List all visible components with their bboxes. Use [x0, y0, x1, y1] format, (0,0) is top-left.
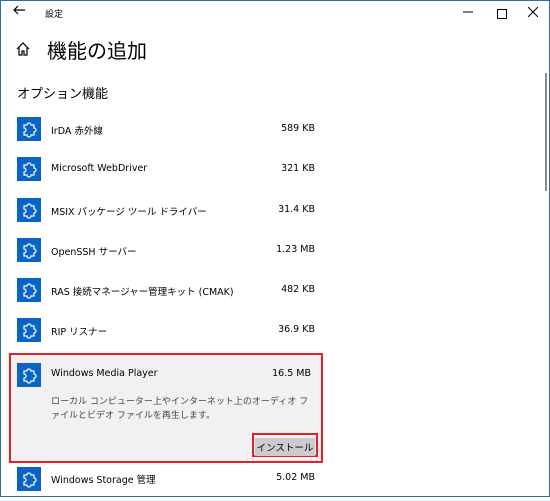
puzzle-gear-icon	[17, 117, 41, 141]
maximize-icon	[497, 8, 507, 19]
feature-size: 321 KB	[281, 163, 315, 174]
section-title: オプション機能	[17, 87, 109, 102]
list-item[interactable]: IrDA 赤外線 589 KB	[7, 111, 325, 149]
puzzle-gear-icon	[17, 363, 41, 387]
selected-feature-panel[interactable]: Windows Media Player 16.5 MB ローカル コンピュータ…	[9, 353, 323, 463]
list-item[interactable]: MSIX パッケージ ツール ドライバー 31.4 KB	[7, 192, 325, 230]
feature-name: Microsoft WebDriver	[51, 163, 148, 174]
feature-name: Windows Media Player	[51, 368, 158, 379]
install-button[interactable]: インストール	[255, 438, 315, 456]
close-button[interactable]	[516, 1, 550, 25]
feature-size: 5.02 MB	[276, 472, 315, 483]
feature-size: 31.4 KB	[278, 204, 315, 215]
maximize-button[interactable]	[485, 1, 519, 25]
feature-name: OpenSSH サーバー	[51, 247, 137, 258]
back-arrow-icon[interactable]	[9, 3, 29, 23]
window-title: 設定	[45, 10, 64, 20]
list-item[interactable]: Windows Storage 管理 5.02 MB	[7, 463, 325, 501]
puzzle-gear-icon	[17, 467, 41, 491]
page-title: 機能の追加	[47, 39, 147, 63]
list-item[interactable]: OpenSSH サーバー 1.23 MB	[7, 232, 325, 270]
feature-name: RIP リスナー	[51, 327, 108, 338]
feature-size: 482 KB	[281, 284, 315, 295]
home-icon[interactable]	[15, 41, 33, 59]
title-bar: 設定	[1, 1, 549, 27]
puzzle-gear-icon	[17, 318, 41, 342]
feature-name: Windows Storage 管理	[51, 475, 156, 486]
puzzle-gear-icon	[17, 198, 41, 222]
install-highlight: インストール	[252, 433, 318, 457]
scrollbar-thumb[interactable]	[545, 73, 547, 191]
minimize-button[interactable]	[451, 1, 485, 25]
feature-name: RAS 接続マネージャー管理キット (CMAK)	[51, 287, 234, 298]
feature-name: IrDA 赤外線	[51, 126, 103, 137]
feature-size: 589 KB	[281, 123, 315, 134]
puzzle-gear-icon	[17, 157, 41, 181]
feature-size: 36.9 KB	[278, 324, 315, 335]
list-item[interactable]: RIP リスナー 36.9 KB	[7, 312, 325, 350]
puzzle-gear-icon	[17, 278, 41, 302]
puzzle-gear-icon	[17, 238, 41, 262]
feature-size: 16.5 MB	[272, 368, 311, 379]
list-item[interactable]: Microsoft WebDriver 321 KB	[7, 151, 325, 189]
feature-description: ローカル コンピューター上やインターネット上のオーディオ ファイルとビデオ ファ…	[51, 397, 309, 421]
list-item[interactable]: RAS 接続マネージャー管理キット (CMAK) 482 KB	[7, 272, 325, 310]
feature-size: 1.23 MB	[276, 244, 315, 255]
feature-name: MSIX パッケージ ツール ドライバー	[51, 207, 207, 218]
